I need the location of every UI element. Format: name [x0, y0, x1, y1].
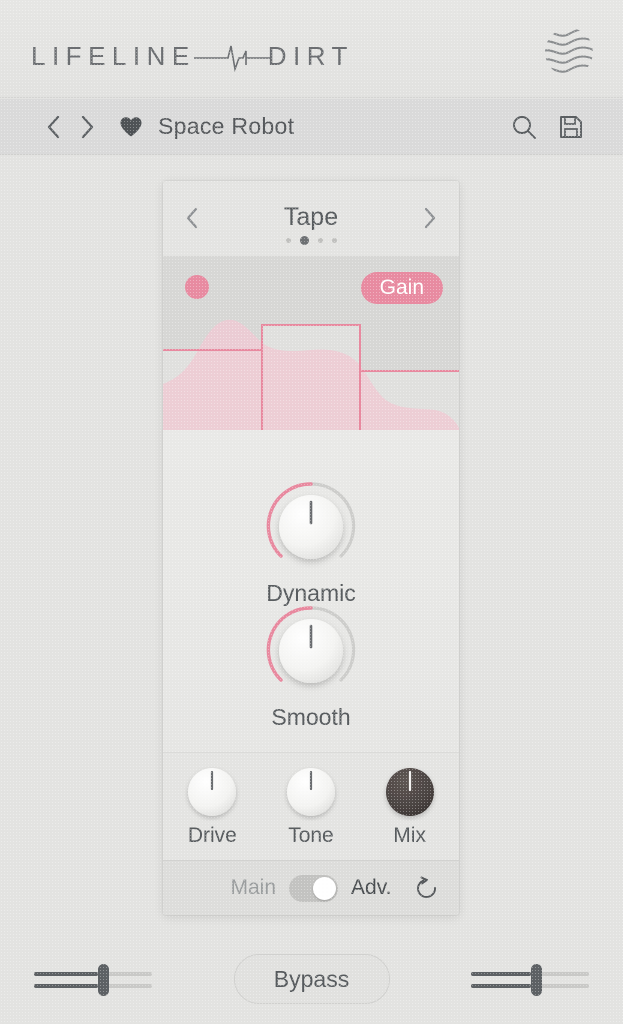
main-knob-area: Dynamic Smooth	[163, 430, 459, 752]
knob-group-dynamic: Dynamic	[163, 478, 459, 607]
app-header: LIFELINE DIRT	[0, 0, 623, 98]
app-logo: LIFELINE DIRT	[31, 36, 354, 76]
gain-visualizer[interactable]: Gain	[163, 256, 459, 430]
favorite-heart-icon[interactable]	[118, 115, 144, 139]
smooth-knob-label: Smooth	[271, 704, 351, 730]
smooth-knob[interactable]	[263, 602, 359, 698]
drive-knob[interactable]	[184, 765, 240, 821]
module-header: Tape	[163, 181, 459, 256]
page-dot-1[interactable]	[285, 238, 291, 243]
mix-knob[interactable]	[382, 765, 438, 821]
preset-name-label[interactable]: Space Robot	[158, 113, 294, 140]
logo-text-dirt: DIRT	[267, 41, 354, 71]
page-dot-4[interactable]	[331, 238, 337, 243]
waves-circle-logo	[545, 28, 593, 73]
mode-main-label[interactable]: Main	[231, 876, 277, 900]
record-dot-icon[interactable]	[185, 275, 209, 299]
bypass-button[interactable]: Bypass	[233, 954, 390, 1004]
effect-module-panel: Tape Gain Dynamic Smooth Drive Tone Mix …	[163, 181, 459, 915]
dynamic-knob[interactable]	[263, 478, 359, 574]
logo-text-lifeline: LIFELINE	[31, 41, 196, 71]
drive-knob-label: Drive	[187, 824, 237, 847]
toggle-thumb	[313, 876, 337, 900]
preset-prev-button[interactable]	[36, 110, 70, 144]
knob-group-smooth: Smooth	[163, 602, 459, 731]
reset-undo-icon[interactable]	[413, 874, 441, 902]
gain-badge[interactable]: Gain	[360, 272, 443, 304]
preset-next-button[interactable]	[70, 110, 104, 144]
module-page-dots	[163, 236, 459, 245]
search-icon[interactable]	[511, 114, 537, 140]
tone-knob-label: Tone	[288, 824, 334, 847]
module-footer: Main Adv.	[163, 860, 459, 915]
page-dot-3[interactable]	[317, 238, 323, 243]
waveform-pulse-icon	[193, 45, 272, 73]
mode-adv-label[interactable]: Adv.	[351, 876, 391, 900]
knob-group-drive: Drive	[167, 765, 257, 848]
mode-toggle-switch[interactable]	[289, 874, 339, 902]
input-level-slider[interactable]	[34, 960, 152, 1000]
tone-knob[interactable]	[283, 765, 339, 821]
floppy-disk-save-icon[interactable]	[559, 115, 583, 139]
knob-group-tone: Tone	[266, 765, 356, 848]
secondary-knob-row: Drive Tone Mix	[163, 752, 459, 860]
module-next-button[interactable]	[415, 203, 445, 233]
bottom-bar: Bypass	[0, 916, 623, 1024]
mix-knob-label: Mix	[393, 824, 426, 847]
knob-group-mix: Mix	[365, 765, 455, 848]
page-dot-2[interactable]	[299, 236, 309, 245]
preset-bar: Space Robot	[0, 99, 623, 155]
preset-bar-actions	[511, 114, 583, 140]
output-level-slider[interactable]	[471, 960, 589, 1000]
